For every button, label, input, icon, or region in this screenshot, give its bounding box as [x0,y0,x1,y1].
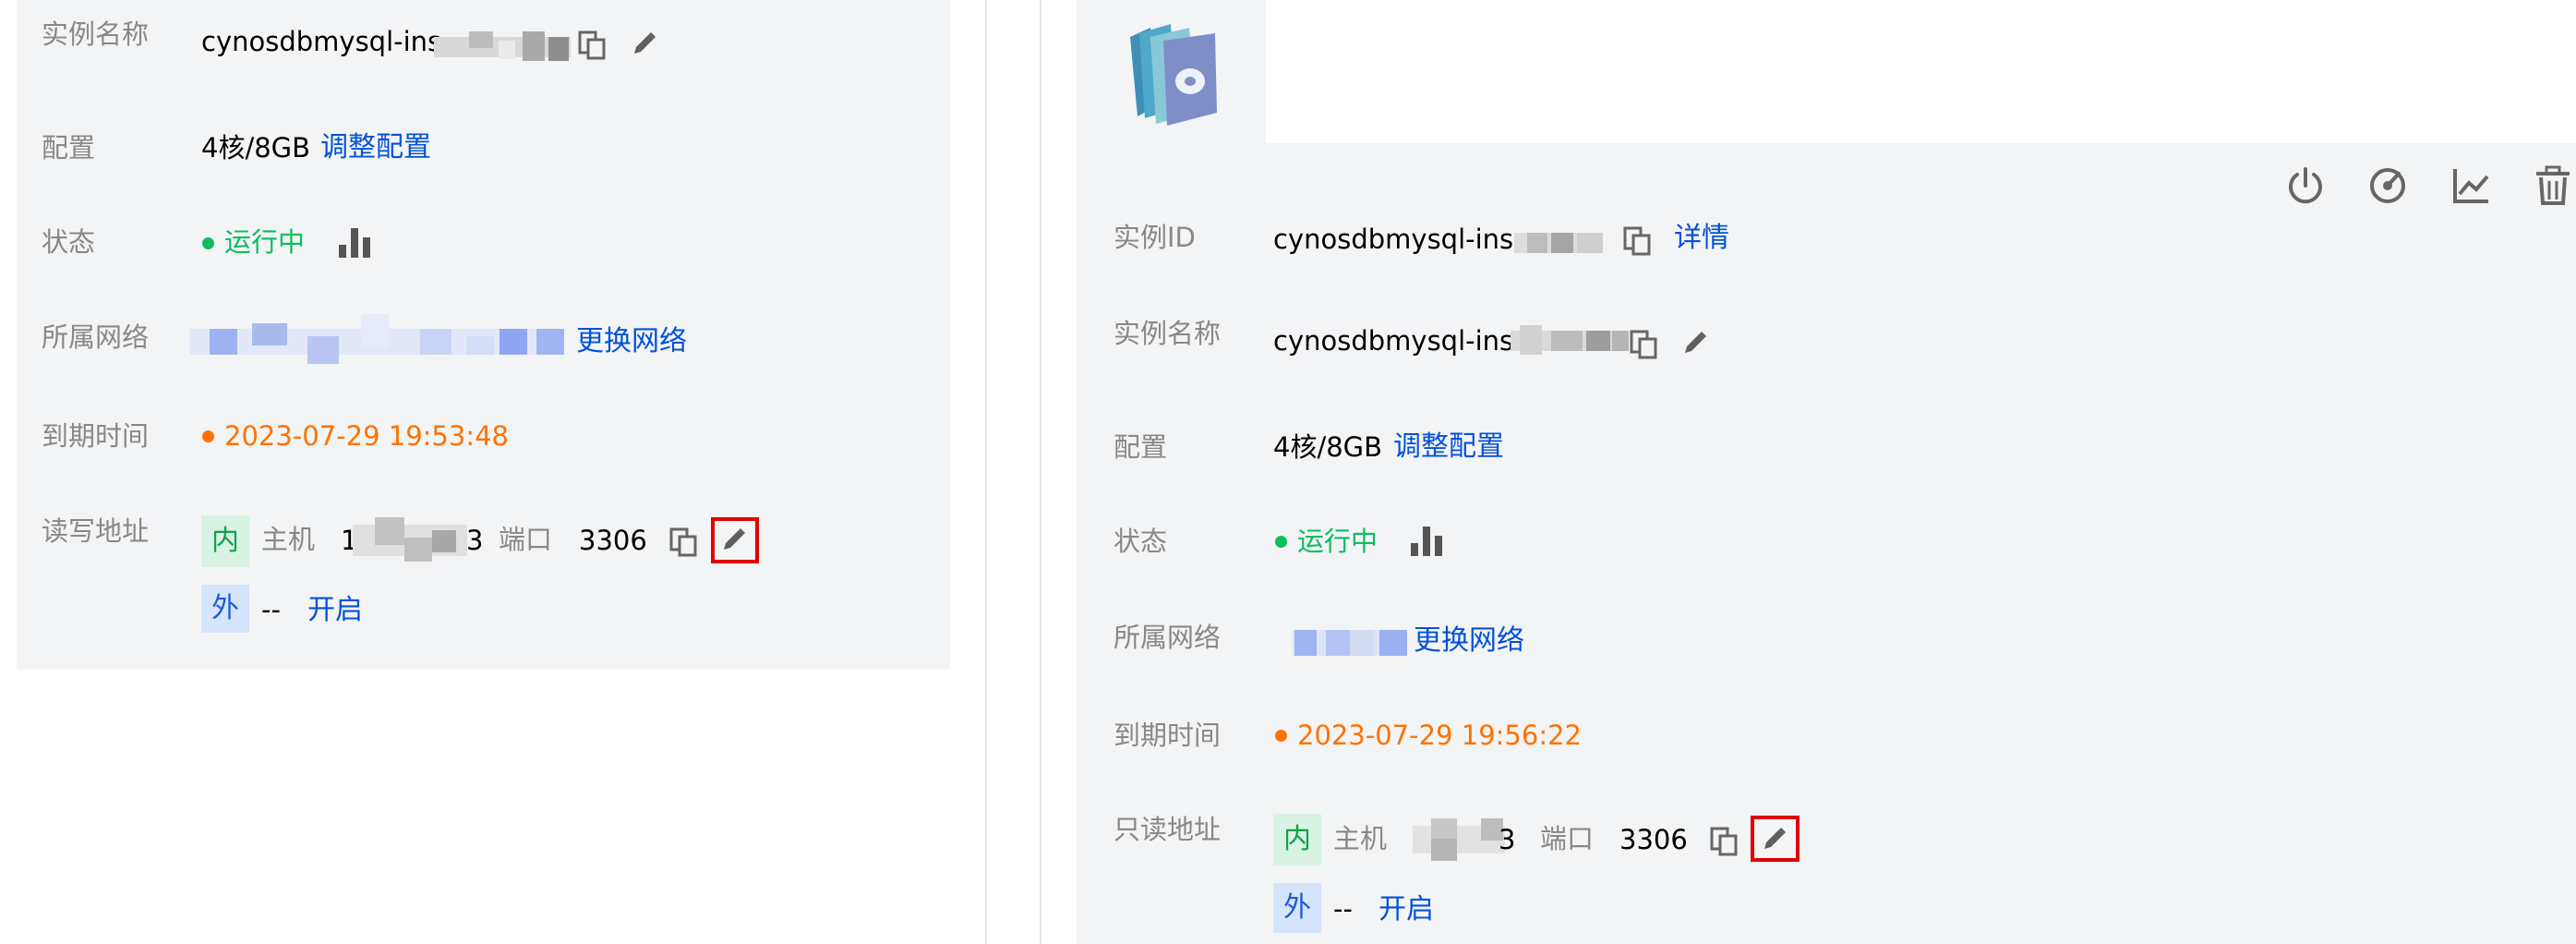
enable-outer-link[interactable]: 开启 [1378,896,1434,924]
network-label: 所属网络 [1113,622,1222,653]
expire-value: 2023-07-29 19:53:48 [224,420,509,452]
host-suffix: 3 [466,525,484,556]
host-label: 主机 [261,524,316,555]
monitor-chart-icon[interactable] [1411,523,1444,560]
speed-icon[interactable] [2366,164,2409,207]
copy-icon[interactable] [1623,226,1651,256]
copy-icon[interactable] [1710,827,1738,856]
inner-network-tag: 内 [1273,814,1321,865]
instance-name-value: cynosdbmysql-ins- [201,26,451,57]
panel-divider [1040,0,1041,944]
expire-value: 2023-07-29 19:56:22 [1297,720,1582,751]
instance-name-value: cynosdbmysql-ins- [1273,325,1523,357]
monitor-chart-icon[interactable] [339,224,372,261]
expire-dot [1275,730,1287,742]
details-link[interactable]: 详情 [1674,224,1729,252]
change-network-link[interactable]: 更换网络 [576,328,687,356]
power-icon[interactable] [2284,164,2327,207]
outer-address-value: -- [261,594,281,625]
config-value: 4核/8GB [201,132,311,163]
copy-icon[interactable] [1630,330,1657,359]
status-label: 状态 [42,226,96,258]
panel-divider [985,0,987,944]
status-dot [1275,536,1287,548]
expire-dot [202,430,214,442]
copy-icon[interactable] [669,527,697,557]
status-label: 状态 [1113,526,1168,557]
redacted-block [1514,233,1603,253]
instance-id-label: 实例ID [1113,222,1196,253]
config-label: 配置 [42,132,96,163]
change-network-link[interactable]: 更换网络 [1414,627,1524,655]
status-value: 运行中 [224,226,306,258]
config-value: 4核/8GB [1273,431,1383,463]
instance-name-label: 实例名称 [42,18,150,50]
outer-network-tag: 外 [201,585,249,633]
status-value: 运行中 [1297,526,1378,557]
network-label: 所属网络 [42,321,150,353]
port-value: 3306 [1619,824,1688,855]
host-label: 主机 [1333,823,1388,854]
header-strip [1266,0,2576,143]
redacted-network [1293,630,1407,656]
port-label: 端口 [1540,823,1595,854]
adjust-config-link[interactable]: 调整配置 [1393,433,1504,461]
rw-address-label: 读写地址 [42,515,150,547]
line-chart-icon[interactable] [2450,164,2492,207]
redacted-network [189,314,564,364]
copy-icon[interactable] [578,30,606,60]
outer-address-value: -- [1333,893,1353,925]
cynosdb-logo-icon [1130,24,1217,126]
ro-address-label: 只读地址 [1113,814,1222,845]
edit-icon[interactable] [631,30,658,57]
host-suffix: 3 [1499,824,1516,855]
instance-id-value: cynosdbmysql-ins- [1273,224,1523,255]
redacted-block [434,31,571,61]
config-label: 配置 [1113,431,1168,463]
trash-icon[interactable] [2532,164,2574,207]
redacted-host [1413,818,1505,861]
edit-icon[interactable] [1761,825,1788,853]
redacted-block [1511,325,1629,355]
adjust-config-link[interactable]: 调整配置 [320,134,431,162]
expire-label: 到期时间 [42,420,150,452]
inner-network-tag: 内 [201,515,249,567]
outer-network-tag: 外 [1273,883,1321,933]
instance-name-label: 实例名称 [1113,318,1222,349]
edit-icon[interactable] [1681,329,1709,357]
port-label: 端口 [499,524,553,555]
expire-label: 到期时间 [1113,720,1222,751]
enable-outer-link[interactable]: 开启 [307,597,363,624]
status-dot [202,237,214,249]
edit-icon[interactable] [720,526,748,553]
redacted-host [353,517,467,562]
port-value: 3306 [579,525,647,556]
